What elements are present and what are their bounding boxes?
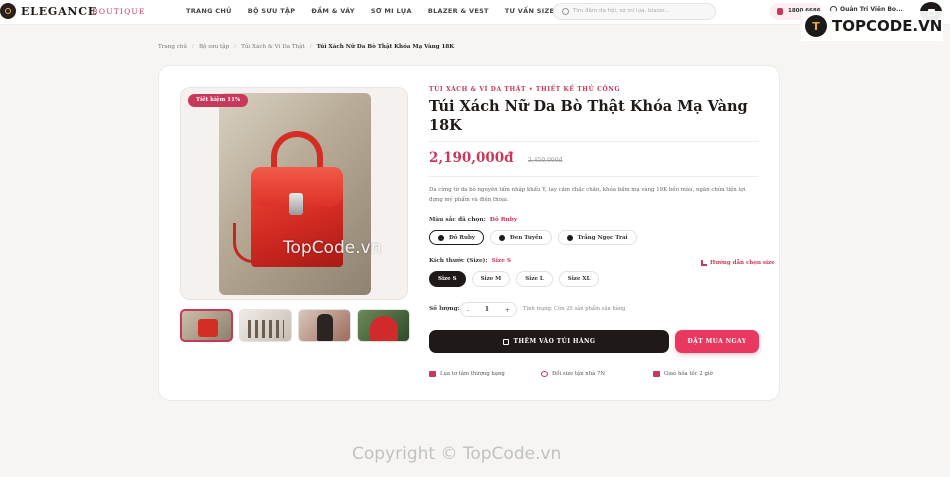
brand-logo-icon[interactable] [0, 3, 16, 19]
search-placeholder: Tìm đầm dạ hội, sơ mi lụa, blazer... [573, 8, 670, 14]
quantity-stepper: - 1 + [460, 302, 517, 317]
color-swatch-icon [566, 234, 573, 241]
stock-status: Tình trạng: Còn 25 sản phẩm sẵn hàng [523, 306, 626, 312]
product-photo [219, 93, 371, 295]
color-swatch-icon [499, 234, 506, 241]
add-to-cart-label: THÊM VÀO TÚI HÀNG [513, 338, 596, 345]
product-old-price: 2,450,000đ [528, 157, 563, 164]
color-option-pearl-white[interactable]: Trắng Ngọc Trai [557, 230, 637, 245]
thumbnail-1[interactable] [180, 309, 233, 342]
feature-item: Giao hỏa tốc 2 giờ [653, 371, 713, 377]
breadcrumb-separator: / [234, 44, 237, 50]
quantity-input[interactable]: 1 [485, 306, 489, 313]
breadcrumb: Trang chủ / Bộ sưu tập / Túi Xách & Ví D… [158, 44, 454, 50]
topcode-watermark-logo: T TOPCODE.VN [801, 11, 943, 41]
breadcrumb-separator: / [309, 44, 312, 50]
copyright-watermark: Copyright © TopCode.vn [352, 444, 562, 464]
thumbnail-4[interactable] [357, 309, 410, 342]
thumbnail-gallery [180, 309, 410, 342]
quantity-label: Số lượng: [429, 306, 460, 312]
divider [429, 176, 759, 177]
nav-item-dresses[interactable]: ĐẦM & VÁY [311, 7, 355, 15]
search-input[interactable]: Tìm đầm dạ hội, sơ mi lụa, blazer... [553, 3, 716, 20]
breadcrumb-separator: / [192, 44, 194, 50]
nav-item-size-advice[interactable]: TƯ VẤN SIZE [505, 7, 554, 15]
shopping-bag-icon [502, 338, 509, 345]
divider [429, 141, 759, 142]
exchange-icon [541, 371, 548, 377]
size-option-xl[interactable]: Size XL [558, 271, 600, 287]
discount-badge: Tiết kiệm 11% [188, 94, 249, 107]
feature-item: Lụa tơ tằm thượng hạng [429, 371, 541, 377]
color-option-label: Đen Tuyền [510, 234, 543, 241]
breadcrumb-category[interactable]: Túi Xách & Ví Da Thật [241, 44, 305, 50]
topcode-watermark-text: TOPCODE.VN [832, 17, 943, 35]
brand-name[interactable]: ELEGANCE [21, 5, 97, 18]
breadcrumb-current: Túi Xách Nữ Da Bò Thật Khóa Mạ Vàng 18K [316, 44, 455, 50]
search-icon [562, 8, 569, 15]
thumbnail-2[interactable] [239, 309, 292, 342]
quantity-increase-button[interactable]: + [505, 306, 510, 314]
feature-label: Giao hỏa tốc 2 giờ [664, 371, 713, 377]
color-selected-value: Đỏ Ruby [489, 217, 518, 223]
product-category-label: TÚI XÁCH & VÍ DA THẬT • THIẾT KẾ THỦ CÔN… [429, 86, 621, 93]
color-options: Đỏ Ruby Đen Tuyền Trắng Ngọc Trai [429, 230, 637, 245]
size-option-m[interactable]: Size M [471, 271, 511, 287]
buy-now-button[interactable]: ĐẶT MUA NGAY [675, 330, 759, 353]
thumbnail-3[interactable] [298, 309, 351, 342]
product-description: Da cừng từ da bò nguyên tấm nhập khẩu Ý,… [429, 187, 746, 203]
brand-subtitle: BOUTIQUE [92, 7, 146, 16]
nav-item-home[interactable]: TRANG CHỦ [186, 7, 232, 15]
size-option-l[interactable]: Size L [516, 271, 553, 287]
nav-item-blazer[interactable]: BLAZER & VEST [428, 7, 489, 15]
ruler-icon [701, 260, 707, 266]
color-option-label: Đỏ Ruby [449, 234, 476, 241]
color-label: Màu sắc đã chọn: [429, 217, 486, 223]
add-to-cart-button[interactable]: THÊM VÀO TÚI HÀNG [429, 330, 669, 353]
color-option-label: Trắng Ngọc Trai [577, 234, 628, 241]
crown-icon [429, 371, 436, 377]
feature-label: Lụa tơ tằm thượng hạng [440, 371, 505, 377]
quantity-decrease-button[interactable]: - [467, 306, 469, 314]
color-option-black[interactable]: Đen Tuyền [490, 230, 552, 245]
breadcrumb-home[interactable]: Trang chủ [158, 44, 187, 50]
size-guide-label: Hướng dẫn chọn size [710, 260, 775, 266]
feature-label: Đổi size tận nhà 7N [552, 371, 605, 377]
product-title: Túi Xách Nữ Da Bò Thật Khóa Mạ Vàng 18K [429, 98, 748, 134]
size-guide-link[interactable]: Hướng dẫn chọn size [701, 260, 775, 266]
topcode-emblem-icon: T [805, 15, 827, 37]
size-label-row: Kích thước (Size): Size S [429, 258, 511, 264]
main-nav: TRANG CHỦ BỘ SƯU TẬP ĐẦM & VÁY SƠ MI LỤA… [186, 7, 554, 15]
size-label: Kích thước (Size): [429, 258, 488, 264]
color-swatch-icon [438, 234, 444, 241]
image-watermark: TopCode.vn [283, 238, 382, 258]
size-option-s[interactable]: Size S [429, 271, 466, 287]
feature-item: Đổi size tận nhà 7N [541, 371, 653, 377]
color-option-ruby[interactable]: Đỏ Ruby [429, 230, 485, 245]
feature-list: Lụa tơ tằm thượng hạng Đổi size tận nhà … [429, 371, 759, 377]
product-main-image[interactable] [180, 87, 408, 300]
truck-icon [653, 371, 660, 377]
size-options: Size S Size M Size L Size XL [429, 271, 600, 287]
nav-item-silk-shirts[interactable]: SƠ MI LỤA [371, 7, 412, 15]
color-label-row: Màu sắc đã chọn: Đỏ Ruby [429, 217, 517, 223]
breadcrumb-collection[interactable]: Bộ sưu tập [199, 44, 229, 50]
nav-item-collection[interactable]: BỘ SƯU TẬP [248, 7, 296, 15]
product-price: 2,190,000đ [429, 150, 514, 166]
size-selected-value: Size S [491, 258, 512, 264]
phone-icon [777, 8, 783, 15]
